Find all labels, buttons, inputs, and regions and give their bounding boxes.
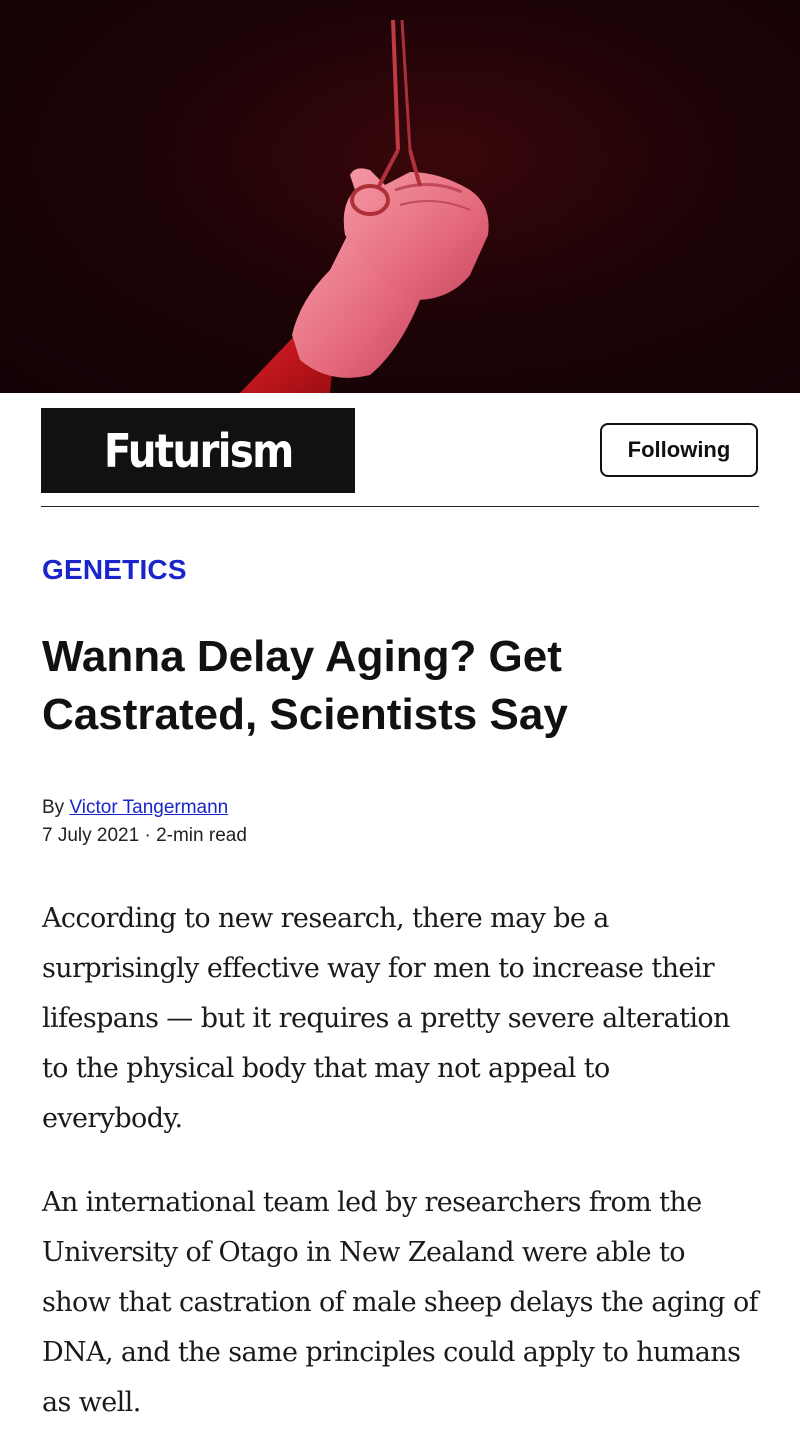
- category-label[interactable]: GENETICS: [42, 554, 758, 586]
- read-time: 2-min read: [156, 825, 247, 846]
- article-headline: Wanna Delay Aging? Get Castrated, Scient…: [42, 632, 568, 739]
- meta-separator: ·: [144, 825, 151, 846]
- article-paragraph-2: An international team led by researchers…: [42, 1187, 759, 1418]
- article-paragraph-1: According to new research, there may be …: [42, 903, 730, 1134]
- following-button[interactable]: Following: [600, 423, 758, 477]
- publish-date: 7 July 2021: [42, 825, 140, 846]
- site-header: Futurism Following: [0, 393, 800, 508]
- byline: By Victor Tangermann 7 July 2021 · 2-min…: [42, 794, 758, 850]
- gloved-hand-with-scissors-illustration: [240, 19, 489, 393]
- hero-image: [0, 0, 800, 393]
- article-content: GENETICS Wanna Delay Aging? Get Castrate…: [0, 554, 800, 1428]
- author-link[interactable]: Victor Tangermann: [69, 797, 228, 818]
- byline-prefix: By: [42, 797, 65, 818]
- futurism-logo[interactable]: Futurism: [41, 408, 355, 493]
- brand-wordmark: Futurism: [103, 423, 294, 478]
- header-divider: [41, 506, 759, 507]
